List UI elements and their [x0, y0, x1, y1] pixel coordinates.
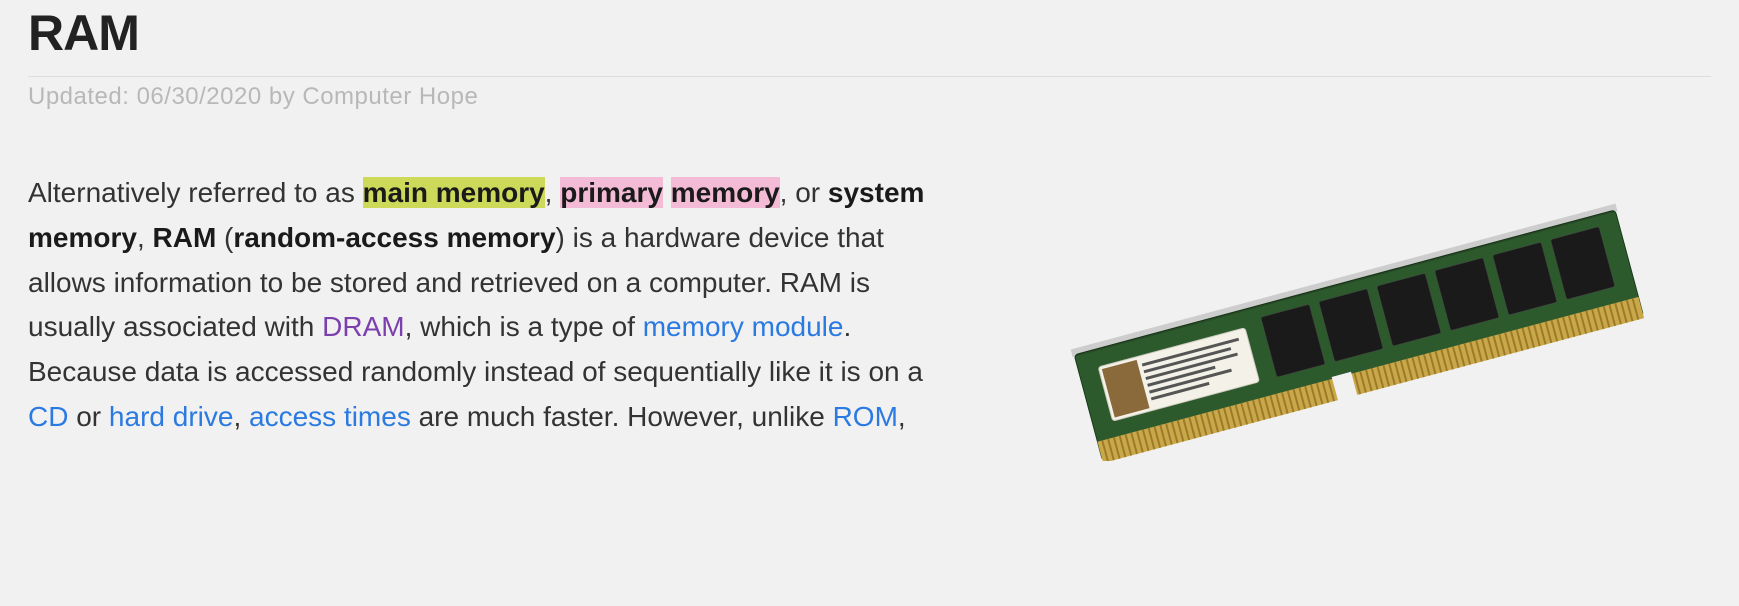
text-fragment: , — [233, 401, 249, 432]
title-rule — [28, 76, 1711, 77]
link-access-times[interactable]: access times — [249, 401, 411, 432]
paragraph-1: Alternatively referred to as main memory… — [28, 171, 958, 440]
image-column — [998, 171, 1711, 461]
link-dram[interactable]: DRAM — [322, 311, 404, 342]
page-title: RAM — [28, 0, 1711, 76]
link-memory-module[interactable]: memory module — [643, 311, 844, 342]
link-hard-drive[interactable]: hard drive — [109, 401, 234, 432]
bold-ram: RAM — [153, 222, 217, 253]
text-fragment: are much faster. However, unlike — [411, 401, 833, 432]
text-fragment: Alternatively referred to as — [28, 177, 363, 208]
highlight-primary-a: primary — [560, 177, 663, 208]
page-meta: Updated: 06/30/2020 by Computer Hope — [28, 83, 1711, 111]
link-rom[interactable]: ROM — [833, 401, 898, 432]
text-fragment: , or — [780, 177, 828, 208]
text-fragment: or — [68, 401, 108, 432]
ram-image — [1035, 181, 1675, 461]
bold-random-access-memory: random-access memory — [233, 222, 555, 253]
highlight-primary-b: memory — [671, 177, 780, 208]
text-fragment: , which is a type of — [405, 311, 643, 342]
text-fragment: , — [137, 222, 153, 253]
text-fragment: ( — [216, 222, 233, 253]
highlight-main-memory: main memory — [363, 177, 545, 208]
link-cd[interactable]: CD — [28, 401, 68, 432]
text-fragment: , — [545, 177, 561, 208]
text-fragment: , — [898, 401, 906, 432]
content-row: Alternatively referred to as main memory… — [28, 171, 1711, 461]
article-text: Alternatively referred to as main memory… — [28, 171, 958, 440]
